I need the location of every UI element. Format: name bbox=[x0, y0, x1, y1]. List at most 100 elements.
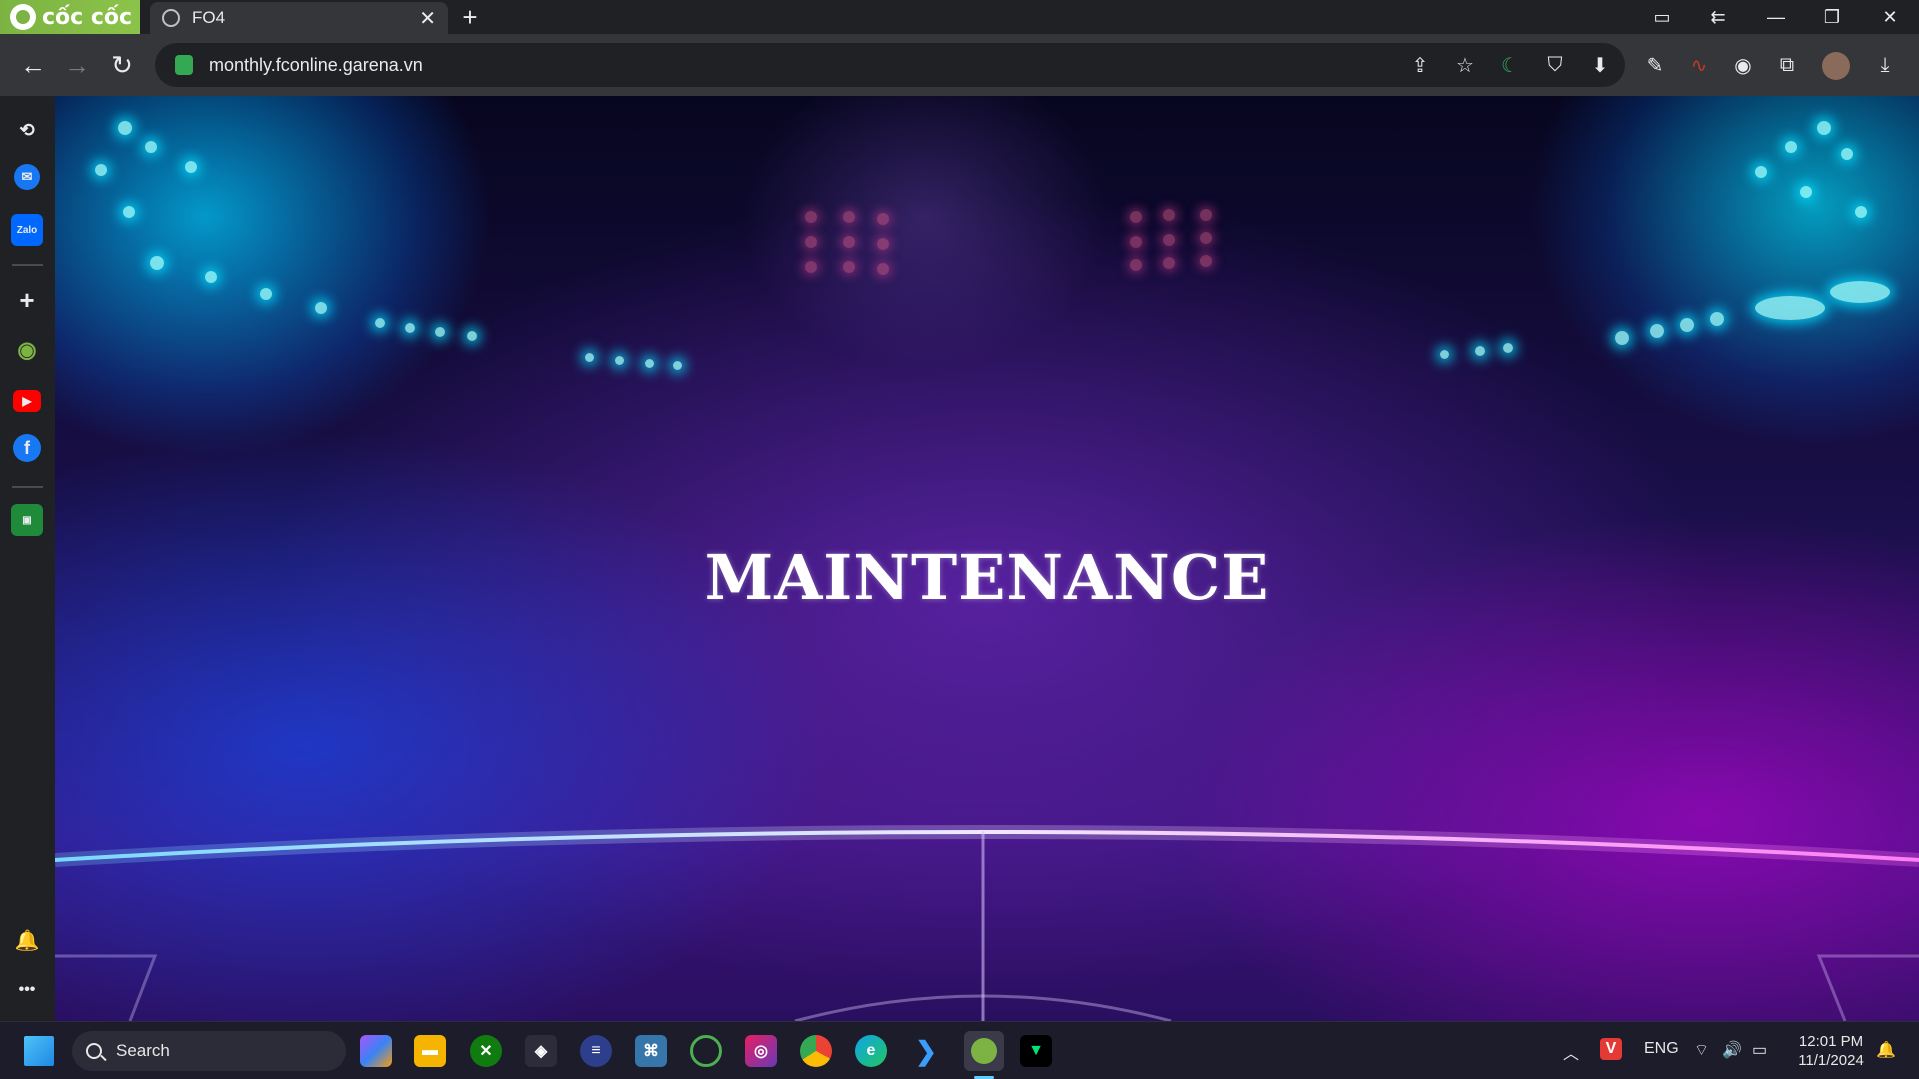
stadium-light bbox=[1817, 121, 1831, 135]
history-icon[interactable]: ⟲ bbox=[11, 114, 43, 146]
shield-icon[interactable]: ⛉ bbox=[1542, 52, 1568, 78]
extension-signature-icon[interactable]: ∿ bbox=[1686, 52, 1712, 78]
brand-label: cốc cốc bbox=[42, 4, 133, 30]
new-tab-button[interactable]: + bbox=[455, 2, 485, 32]
stadium-light bbox=[673, 361, 682, 370]
share-icon[interactable]: ⇪ bbox=[1407, 52, 1433, 78]
back-forward-cache-icon[interactable]: ⇇ bbox=[1690, 0, 1746, 34]
back-button[interactable]: ← bbox=[16, 48, 50, 82]
stadium-light bbox=[1163, 257, 1175, 269]
file-explorer-icon[interactable]: ▬ bbox=[414, 1035, 446, 1067]
more-icon[interactable]: ••• bbox=[11, 974, 43, 1006]
app-v-icon[interactable]: ▼ bbox=[1020, 1035, 1052, 1067]
stadium-light bbox=[615, 356, 624, 365]
stadium-light bbox=[645, 359, 654, 368]
extension-gamepad-icon[interactable]: ◉ bbox=[1730, 52, 1756, 78]
tray-overflow-chevron-icon[interactable]: ︿ bbox=[1563, 1040, 1579, 1064]
xbox-icon[interactable]: ✕ bbox=[470, 1035, 502, 1067]
chrome-icon[interactable] bbox=[800, 1035, 832, 1067]
coccoc-brand[interactable]: cốc cốc bbox=[0, 0, 140, 34]
coccoc-taskbar-icon[interactable] bbox=[964, 1031, 1004, 1071]
stadium-light bbox=[877, 213, 889, 225]
add-icon[interactable]: + bbox=[11, 284, 43, 316]
stadium-light bbox=[1130, 259, 1142, 271]
stadium-light bbox=[1475, 346, 1485, 356]
messenger-icon[interactable]: ✉ bbox=[14, 164, 40, 190]
stadium-light bbox=[1163, 209, 1175, 221]
battery-icon[interactable]: ▭ bbox=[1752, 1040, 1767, 1060]
profile-avatar[interactable] bbox=[1822, 52, 1850, 80]
facebook-icon[interactable]: f bbox=[13, 434, 41, 462]
download-page-icon[interactable]: ⬇ bbox=[1587, 52, 1613, 78]
stadium-light bbox=[1830, 281, 1890, 303]
stadium-light bbox=[150, 256, 164, 270]
zalo-icon[interactable]: Zalo bbox=[11, 214, 43, 246]
taskbar-search[interactable]: Search bbox=[72, 1031, 346, 1071]
tab-fo4[interactable]: FO4 ✕ bbox=[150, 2, 448, 34]
stadium-light bbox=[1755, 166, 1767, 178]
app-ring-icon[interactable] bbox=[690, 1035, 722, 1067]
globe-icon bbox=[162, 9, 180, 27]
copilot-icon[interactable] bbox=[360, 1035, 392, 1067]
stadium-light bbox=[1785, 141, 1797, 153]
close-window-button[interactable]: ✕ bbox=[1862, 0, 1918, 34]
stadium-light bbox=[1503, 343, 1513, 353]
browser-titlebar: cốc cốc FO4 ✕ + ▭ ⇇ — ❐ ✕ bbox=[0, 0, 1919, 34]
sidebar-divider bbox=[12, 264, 43, 266]
coccoc-icon[interactable]: ◉ bbox=[11, 334, 43, 366]
stadium-light bbox=[877, 263, 889, 275]
notification-bell-icon[interactable]: 🔔 bbox=[1876, 1040, 1896, 1060]
extensions-puzzle-icon[interactable]: ⧉ bbox=[1774, 52, 1800, 78]
windows-start-icon[interactable] bbox=[24, 1036, 54, 1066]
stadium-light bbox=[585, 353, 594, 362]
clock-date: 11/1/2024 bbox=[1798, 1052, 1864, 1069]
secure-lock-icon bbox=[175, 55, 193, 75]
address-bar[interactable]: monthly.fconline.garena.vn bbox=[155, 43, 1625, 87]
youtube-icon[interactable]: ▶ bbox=[13, 390, 41, 412]
stadium-light bbox=[1855, 206, 1867, 218]
stadium-light bbox=[843, 261, 855, 273]
downloads-icon[interactable]: ⤓ bbox=[1872, 52, 1898, 78]
python-icon[interactable]: ⌘ bbox=[635, 1035, 667, 1067]
volume-icon[interactable]: 🔊 bbox=[1722, 1040, 1742, 1060]
app-purple-icon[interactable]: ◎ bbox=[745, 1035, 777, 1067]
eclipse-icon[interactable]: ≡ bbox=[580, 1035, 612, 1067]
browser-sidebar: ⟲ ✉ Zalo + ◉ ▶ f ▣ 🔔 ••• bbox=[0, 96, 55, 1021]
stadium-light bbox=[1200, 209, 1212, 221]
stadium-light bbox=[145, 141, 157, 153]
forward-button[interactable]: → bbox=[60, 48, 94, 82]
stadium-light bbox=[843, 211, 855, 223]
davinci-resolve-icon[interactable]: ◈ bbox=[525, 1035, 557, 1067]
stadium-light bbox=[467, 331, 477, 341]
stadium-light bbox=[1200, 232, 1212, 244]
browser-toolbar: ← → ↻ monthly.fconline.garena.vn ⇪ ☆ ☾ ⛉… bbox=[0, 34, 1919, 96]
stadium-light bbox=[405, 323, 415, 333]
stadium-light bbox=[118, 121, 132, 135]
url-text[interactable]: monthly.fconline.garena.vn bbox=[209, 55, 423, 76]
stadium-light bbox=[1440, 350, 1449, 359]
edge-icon[interactable]: e bbox=[855, 1035, 887, 1067]
game-icon[interactable]: ▣ bbox=[11, 504, 43, 536]
stadium-light bbox=[1130, 236, 1142, 248]
reload-button[interactable]: ↻ bbox=[105, 48, 139, 82]
stadium-light bbox=[805, 211, 817, 223]
language-indicator[interactable]: ENG bbox=[1644, 1040, 1679, 1058]
extension-wand-icon[interactable]: ✎ bbox=[1642, 52, 1668, 78]
minimize-button[interactable]: — bbox=[1748, 0, 1804, 34]
stadium-light bbox=[315, 302, 327, 314]
windows-taskbar: Search ▬ ✕ ◈ ≡ ⌘ ◎ e ❯ ▼ ︿ V ENG ⌔ 🔊 ▭ 1… bbox=[0, 1021, 1919, 1079]
vscode-icon[interactable]: ❯ bbox=[910, 1035, 942, 1067]
dark-mode-icon[interactable]: ☾ bbox=[1497, 52, 1523, 78]
wifi-icon[interactable]: ⌔ bbox=[1694, 1040, 1709, 1060]
tab-search-icon[interactable]: ▭ bbox=[1634, 0, 1690, 34]
stadium-light bbox=[1615, 331, 1629, 345]
restore-button[interactable]: ❐ bbox=[1804, 0, 1860, 34]
maintenance-page: MAINTENANCE bbox=[55, 96, 1919, 1021]
bell-icon[interactable]: 🔔 bbox=[11, 924, 43, 956]
stadium-light bbox=[805, 261, 817, 273]
tab-close-button[interactable]: ✕ bbox=[419, 6, 436, 31]
stadium-light bbox=[877, 238, 889, 250]
vivaldi-tray-icon[interactable]: V bbox=[1600, 1038, 1622, 1060]
system-clock[interactable]: 12:01 PM 11/1/2024 bbox=[1796, 1032, 1866, 1070]
bookmark-star-icon[interactable]: ☆ bbox=[1452, 52, 1478, 78]
